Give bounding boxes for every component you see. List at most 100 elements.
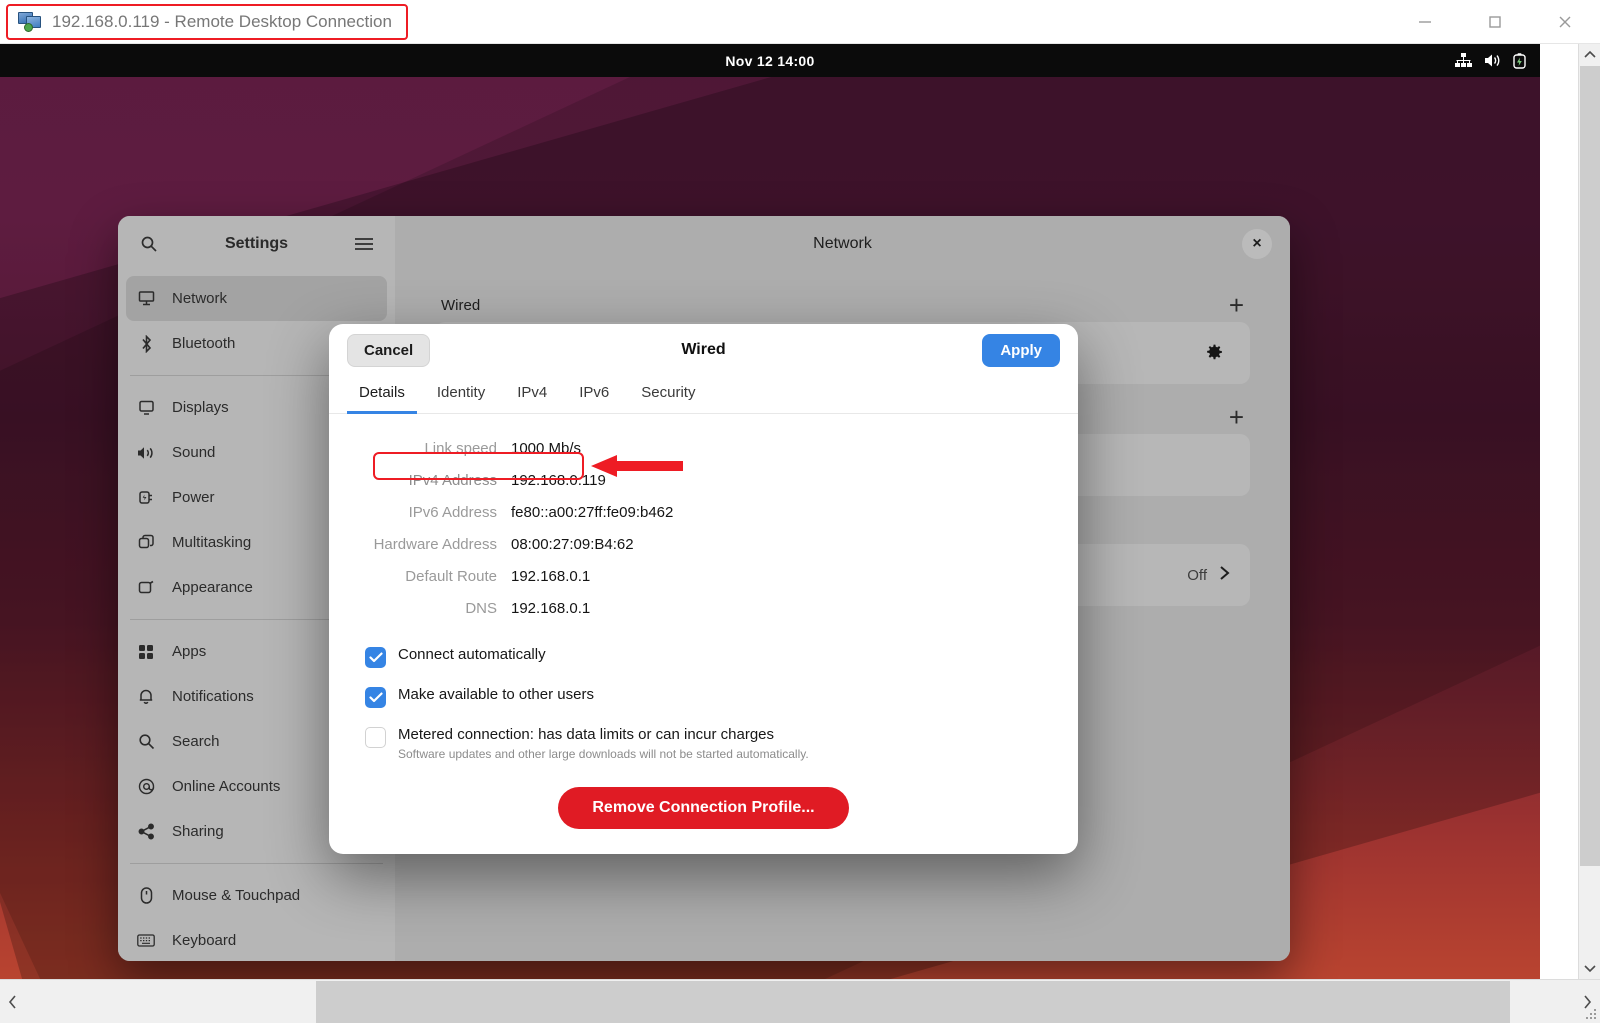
horizontal-scrollbar-thumb[interactable]	[316, 981, 1510, 1023]
chevron-right-icon	[1219, 565, 1230, 585]
dialog-header: Cancel Wired Apply	[329, 324, 1078, 376]
detail-label: IPv6 Address	[408, 504, 497, 521]
battery-charging-icon	[1513, 52, 1528, 69]
sidebar-item-label: Bluetooth	[172, 335, 236, 352]
sidebar-item-label: Online Accounts	[172, 778, 281, 795]
minimize-icon[interactable]	[1390, 0, 1460, 44]
checkbox-checked-icon[interactable]	[365, 647, 386, 668]
detail-value: 192.168.0.1	[511, 600, 591, 617]
detail-label: Link speed	[424, 440, 497, 457]
multitasking-icon	[136, 533, 156, 553]
add-vpn-button[interactable]: +	[1229, 404, 1244, 430]
window-controls	[1390, 0, 1600, 44]
system-indicators[interactable]	[1455, 44, 1528, 77]
sidebar-item-mouse-touchpad[interactable]: Mouse & Touchpad	[126, 873, 387, 918]
checkbox-make-available-other-users[interactable]: Make available to other users	[365, 686, 1042, 708]
apps-grid-icon	[136, 642, 156, 662]
tab-details[interactable]: Details	[347, 376, 417, 414]
sidebar-item-label: Multitasking	[172, 534, 252, 551]
vertical-scrollbar[interactable]	[1578, 44, 1600, 979]
tab-identity[interactable]: Identity	[425, 376, 497, 414]
detail-value: 192.168.0.119	[511, 472, 606, 489]
sidebar-item-label: Search	[172, 733, 220, 750]
wired-section-header: Wired +	[435, 282, 1250, 322]
detail-value: 1000 Mb/s	[511, 440, 582, 457]
chevron-left-icon[interactable]	[0, 980, 26, 1023]
gear-icon[interactable]	[1194, 333, 1234, 373]
sound-icon	[136, 443, 156, 463]
sidebar-item-label: Displays	[172, 399, 229, 416]
sidebar-item-keyboard[interactable]: Keyboard	[126, 918, 387, 961]
checkbox-label: Connect automatically	[398, 646, 546, 663]
dialog-tabs: Details Identity IPv4 IPv6 Security	[329, 376, 1078, 414]
title-bar-highlight-box: 192.168.0.119 - Remote Desktop Connectio…	[6, 4, 408, 40]
rdp-window-titlebar: 192.168.0.119 - Remote Desktop Connectio…	[0, 0, 1600, 44]
bell-icon	[136, 687, 156, 707]
proxy-value: Off	[1187, 566, 1207, 584]
tab-security[interactable]: Security	[629, 376, 707, 414]
checkbox-unchecked-icon[interactable]	[365, 727, 386, 748]
checkbox-connect-automatically[interactable]: Connect automatically	[365, 646, 1042, 668]
sidebar-item-label: Sound	[172, 444, 216, 461]
detail-row-ipv6-address: IPv6 Address fe80::a00:27ff:fe09:b462	[365, 502, 1042, 524]
clock[interactable]: Nov 12 14:00	[725, 53, 814, 69]
wired-section-title: Wired	[441, 296, 481, 314]
network-panel-header: Network ×	[395, 216, 1290, 272]
appearance-icon	[136, 578, 156, 598]
bluetooth-icon	[136, 334, 156, 354]
vertical-scrollbar-thumb[interactable]	[1580, 66, 1600, 866]
detail-label: DNS	[465, 600, 497, 617]
checkbox-metered-connection[interactable]: Metered connection: has data limits or c…	[365, 726, 1042, 761]
detail-label: Default Route	[405, 568, 497, 585]
cancel-button[interactable]: Cancel	[347, 333, 431, 367]
detail-row-default-route: Default Route 192.168.0.1	[365, 566, 1042, 588]
tab-ipv4[interactable]: IPv4	[505, 376, 559, 414]
add-wired-button[interactable]: +	[1229, 292, 1244, 318]
sidebar-header: Settings	[118, 216, 395, 272]
page-title: Network	[813, 235, 872, 252]
display-icon	[136, 398, 156, 418]
screenshot-root: 192.168.0.119 - Remote Desktop Connectio…	[0, 0, 1600, 1023]
dialog-title: Wired	[681, 341, 726, 358]
network-icon	[136, 289, 156, 309]
horizontal-scrollbar[interactable]	[0, 979, 1600, 1023]
dialog-body: Link speed 1000 Mb/s IPv4 Address 192.16…	[329, 414, 1078, 854]
remove-button-wrapper: Remove Connection Profile...	[365, 787, 1042, 829]
sidebar-separator	[130, 863, 383, 864]
sidebar-item-label: Notifications	[172, 688, 254, 705]
detail-label: IPv4 Address	[408, 472, 497, 489]
gnome-top-bar: Nov 12 14:00	[0, 44, 1540, 77]
checkbox-label: Metered connection: has data limits or c…	[398, 726, 775, 743]
detail-row-dns: DNS 192.168.0.1	[365, 598, 1042, 620]
chevron-up-icon[interactable]	[1579, 44, 1600, 66]
remove-connection-profile-button[interactable]: Remove Connection Profile...	[558, 787, 849, 829]
sidebar-item-label: Apps	[172, 643, 207, 660]
detail-row-hardware-address: Hardware Address 08:00:27:09:B4:62	[365, 534, 1042, 556]
checkbox-label: Make available to other users	[398, 686, 594, 703]
sidebar-item-label: Network	[172, 290, 228, 307]
checkbox-description: Software updates and other large downloa…	[398, 747, 809, 761]
apply-button[interactable]: Apply	[982, 333, 1060, 367]
window-title: 192.168.0.119 - Remote Desktop Connectio…	[52, 12, 392, 31]
sidebar-item-label: Mouse & Touchpad	[172, 887, 301, 904]
close-icon[interactable]: ×	[1242, 229, 1272, 259]
sidebar-item-label: Keyboard	[172, 932, 237, 949]
share-icon	[136, 822, 156, 842]
power-icon	[136, 488, 156, 508]
checkbox-checked-icon[interactable]	[365, 687, 386, 708]
wired-network-icon	[1455, 53, 1472, 68]
sidebar-item-label: Sharing	[172, 823, 224, 840]
sidebar-item-label: Power	[172, 489, 215, 506]
chevron-down-icon[interactable]	[1579, 957, 1600, 979]
sidebar-item-network[interactable]: Network	[126, 276, 387, 321]
remote-desktop-viewport[interactable]: Nov 12 14:00 Settings Network Bluetooth …	[0, 44, 1540, 979]
settings-title: Settings	[224, 235, 289, 252]
dialog-checkbox-group: Connect automatically Make available to …	[365, 646, 1042, 761]
maximize-icon[interactable]	[1460, 0, 1530, 44]
close-icon[interactable]	[1530, 0, 1600, 44]
hamburger-menu-icon[interactable]	[349, 229, 379, 259]
at-sign-icon	[136, 777, 156, 797]
resize-grip[interactable]	[1584, 1007, 1598, 1021]
tab-ipv6[interactable]: IPv6	[567, 376, 621, 414]
search-icon[interactable]	[134, 229, 164, 259]
